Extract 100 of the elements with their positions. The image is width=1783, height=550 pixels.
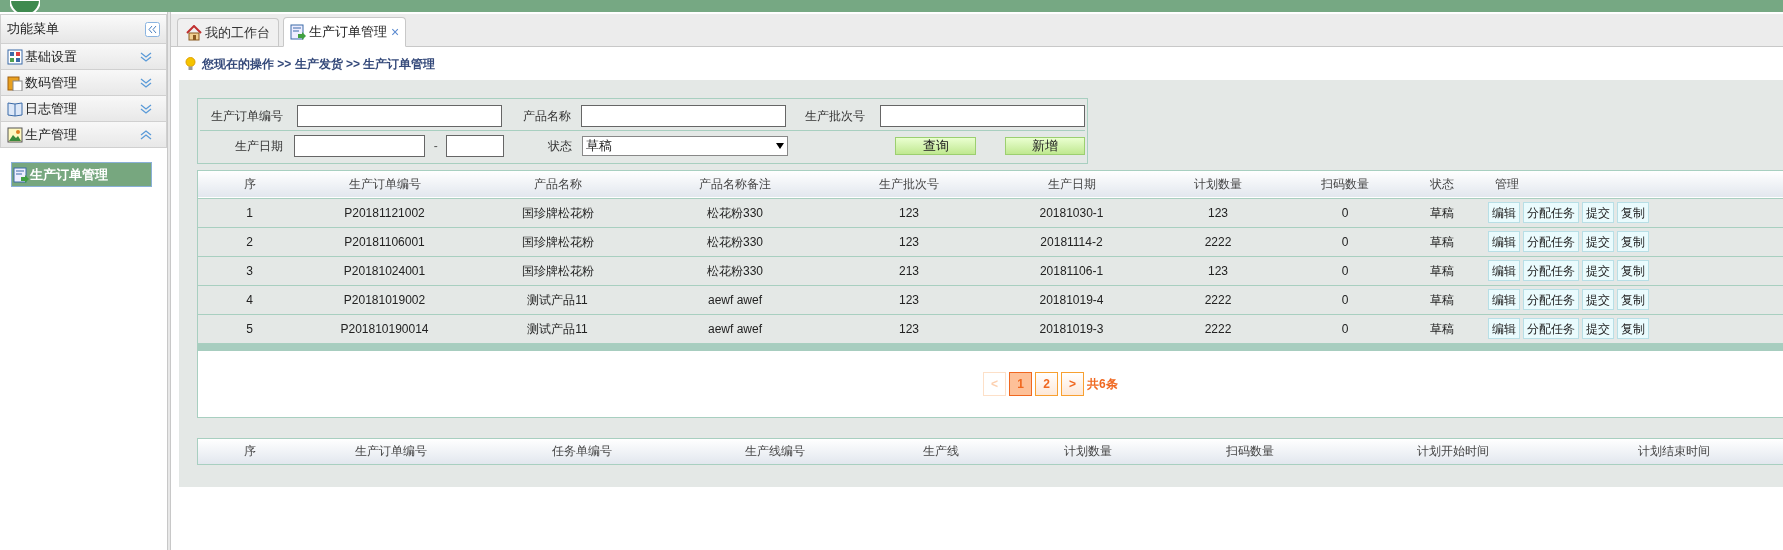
total-count: 共6条: [1087, 375, 1118, 393]
row-action-button[interactable]: 提交: [1582, 202, 1614, 223]
breadcrumb: 您现在的操作 >> 生产发货 >> 生产订单管理: [202, 55, 436, 73]
tab[interactable]: 生产订单管理 ×: [283, 17, 407, 47]
table-cell: aewf awef: [708, 321, 762, 336]
action-button[interactable]: 查询: [895, 137, 976, 155]
table-cell: 5: [246, 321, 253, 336]
row-action-button[interactable]: 分配任务: [1523, 289, 1579, 310]
menu-group[interactable]: 基础设置: [0, 44, 167, 70]
expand-icon[interactable]: [140, 103, 152, 114]
table-cell: 草稿: [1429, 234, 1454, 249]
table-cell: 0: [1341, 234, 1349, 249]
dropdown-icon: [776, 143, 785, 149]
table-cell: P20181019002: [343, 292, 426, 307]
close-button[interactable]: ×: [391, 21, 400, 43]
column-header: 扫码数量: [1226, 444, 1274, 458]
row-action-button[interactable]: 分配任务: [1523, 202, 1579, 223]
document-icon: [290, 24, 306, 40]
table-cell: 松花粉330: [707, 263, 763, 278]
column-header: 管理: [1495, 177, 1519, 192]
row-action-button[interactable]: 复制: [1617, 289, 1649, 310]
row-action-button[interactable]: 分配任务: [1523, 231, 1579, 252]
row-action-button[interactable]: 复制: [1617, 318, 1649, 339]
row-action-button[interactable]: 编辑: [1488, 289, 1520, 310]
table-cell: P20181121002: [344, 205, 425, 220]
table-cell: 0: [1341, 321, 1349, 336]
collapse-icon[interactable]: [140, 129, 152, 140]
input-field[interactable]: [294, 135, 426, 157]
table-cell: 20181019-3: [1039, 321, 1104, 336]
tab[interactable]: 我的工作台: [177, 18, 279, 46]
table-cell: 123: [899, 234, 919, 249]
field-label: 生产批次号: [804, 107, 866, 125]
row-action-button[interactable]: 编辑: [1488, 231, 1520, 252]
column-header: 任务单编号: [552, 444, 612, 458]
table-cell: 2222: [1204, 321, 1232, 336]
table-cell: 20181030-1: [1039, 205, 1104, 220]
input-field[interactable]: [446, 135, 505, 157]
row-action-button[interactable]: 提交: [1582, 231, 1614, 252]
row-action-button[interactable]: 编辑: [1488, 260, 1520, 281]
column-header: 计划数量: [1194, 177, 1242, 192]
table-cell: 123: [899, 321, 919, 336]
column-header: 计划开始时间: [1416, 444, 1489, 458]
menu-title: 功能菜单: [7, 20, 59, 39]
column-header: 生产批次号: [879, 177, 939, 192]
field-label: 生产订单编号: [209, 107, 283, 125]
house-icon: [186, 24, 202, 41]
table-cell: 20181106-1: [1039, 263, 1104, 278]
row-action-button[interactable]: 提交: [1582, 260, 1614, 281]
column-header: 生产线编号: [745, 444, 805, 458]
row-action-button[interactable]: 编辑: [1488, 202, 1520, 223]
action-button[interactable]: 新增: [1004, 137, 1085, 155]
row-action-button[interactable]: 分配任务: [1523, 260, 1579, 281]
menu-group[interactable]: 数码管理: [0, 70, 167, 96]
menu-group[interactable]: 生产管理: [0, 122, 167, 148]
row-action-button[interactable]: 复制: [1617, 260, 1649, 281]
table-cell: 20181114-2: [1040, 234, 1103, 249]
column-header: 计划结束时间: [1638, 444, 1710, 458]
separator-text: -: [432, 138, 439, 155]
table-cell: 3: [246, 263, 253, 278]
row-action-button[interactable]: 分配任务: [1523, 318, 1579, 339]
table-cell: 草稿: [1429, 205, 1454, 220]
expand-icon[interactable]: [140, 77, 152, 88]
table-cell: 松花粉330: [707, 205, 763, 220]
table-cell: aewf awef: [708, 292, 762, 307]
table-cell: 草稿: [1429, 321, 1454, 336]
table-cell: 0: [1341, 263, 1349, 278]
table-cell: 测试产品11: [527, 321, 588, 336]
column-header: 扫码数量: [1321, 177, 1369, 192]
column-header: 计划数量: [1063, 444, 1112, 458]
table-cell: 2222: [1204, 234, 1232, 249]
column-header: 生产日期: [1047, 177, 1096, 192]
input-field[interactable]: [581, 104, 787, 127]
column-header: 序: [243, 177, 256, 192]
table-cell: 123: [899, 292, 919, 307]
collapse-icon[interactable]: [145, 21, 160, 37]
row-action-button[interactable]: 编辑: [1488, 318, 1520, 339]
column-header: 产品名称: [533, 177, 582, 192]
document-icon: [13, 166, 29, 183]
input-field[interactable]: [880, 104, 1085, 127]
table-cell: 4: [246, 292, 253, 307]
input-field[interactable]: [296, 104, 502, 127]
column-header: 生产订单编号: [348, 177, 421, 192]
status-select[interactable]: 草稿: [581, 136, 789, 156]
expand-icon[interactable]: [140, 51, 152, 62]
column-header: 生产线: [922, 444, 959, 458]
table-cell: P20181024001: [343, 263, 426, 278]
table-cell: 0: [1341, 205, 1349, 220]
table-cell: 测试产品11: [527, 292, 588, 307]
row-action-button[interactable]: 复制: [1617, 231, 1649, 252]
lightbulb-icon: [185, 56, 196, 71]
column-header: 序: [244, 444, 256, 458]
column-header: 产品名称备注: [699, 177, 771, 192]
row-action-button[interactable]: 提交: [1582, 318, 1614, 339]
row-action-button[interactable]: 提交: [1582, 289, 1614, 310]
table-cell: 1: [246, 205, 253, 220]
table-cell: 草稿: [1429, 292, 1454, 307]
menu-group[interactable]: 日志管理: [0, 96, 167, 122]
clipboard-icon: [7, 74, 23, 91]
row-action-button[interactable]: 复制: [1617, 202, 1649, 223]
table-cell: 国珍牌松花粉: [521, 205, 594, 220]
